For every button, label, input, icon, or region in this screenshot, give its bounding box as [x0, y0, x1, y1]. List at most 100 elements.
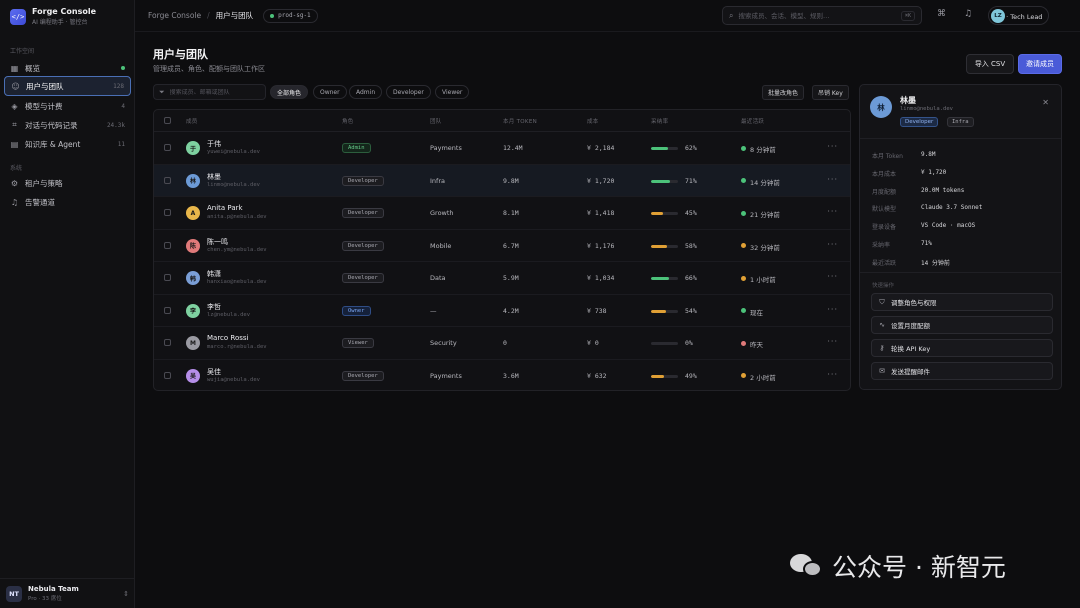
more-icon[interactable]: ···: [827, 370, 838, 379]
adoption-bar: [651, 309, 678, 313]
role-chip-viewer[interactable]: Viewer: [435, 85, 470, 99]
row-checkbox[interactable]: [164, 306, 171, 314]
sidebar-item-knowledge[interactable]: ▤ 知识库 & Agent 11: [4, 134, 131, 154]
table-row[interactable]: 于于伟 yuwei@nebula.dev Admin Payments 12.4M ¥ 2…: [154, 132, 850, 165]
more-icon[interactable]: ···: [827, 240, 838, 249]
sidebar-item-count: 11: [117, 140, 125, 148]
search-input[interactable]: [738, 11, 896, 20]
sidebar-item-models[interactable]: ◈ 模型与计费 4: [4, 96, 131, 116]
cost-cell: ¥ 738: [587, 306, 607, 315]
close-icon[interactable]: ✕: [1042, 98, 1049, 107]
sidebar-section-system: 系统: [10, 165, 23, 172]
adoption-cell: 45%: [685, 209, 697, 218]
bulk-role-button[interactable]: 批量改角色: [762, 85, 805, 100]
row-checkbox[interactable]: [164, 339, 171, 347]
user-menu[interactable]: LZ 李哲 · Tech Lead: [988, 6, 1050, 25]
watermark: 公众号 · 新智元: [790, 548, 1006, 584]
member-email: anita.p@nebula.dev: [207, 214, 267, 221]
avatar: LZ: [991, 8, 1005, 23]
role-badge[interactable]: Developer: [342, 175, 384, 186]
more-icon[interactable]: ···: [827, 305, 838, 314]
more-icon[interactable]: ···: [827, 142, 838, 151]
row-checkbox[interactable]: [164, 144, 171, 152]
sidebar-item-label: 知识库 & Agent: [25, 139, 81, 149]
env-badge[interactable]: prod-sg-1: [263, 8, 318, 23]
row-checkbox[interactable]: [164, 176, 171, 184]
adoption-bar-fill: [651, 374, 665, 378]
adoption-bar-fill: [651, 147, 668, 151]
member-email: hanxiao@nebula.dev: [207, 279, 267, 286]
table-row[interactable]: 韩韩潇 hanxiao@nebula.dev Developer Data 5.9M ¥ …: [154, 262, 850, 295]
role-chip-all[interactable]: 全部角色: [270, 85, 309, 99]
global-search[interactable]: ⌕ ⌘K: [722, 6, 922, 25]
select-all-checkbox[interactable]: [164, 117, 171, 124]
sidebar-item-overview[interactable]: ▦ 概览: [4, 58, 131, 78]
adjust-role-button[interactable]: ⛉ 调整角色与权限: [871, 293, 1053, 311]
breadcrumb-current: 用户与团队: [215, 11, 254, 20]
sidebar-item-logs[interactable]: ⌗ 对话与代码记录 24.3k: [4, 115, 131, 135]
detail-field-value: 20.0M tokens: [921, 186, 965, 194]
role-chip-owner[interactable]: Owner: [313, 85, 347, 99]
rotate-api-key-button[interactable]: ⚷ 轮换 API Key: [871, 339, 1053, 357]
more-icon[interactable]: ···: [827, 337, 838, 346]
member-email: yuwei@nebula.dev: [207, 149, 260, 156]
role-chip-developer[interactable]: Developer: [386, 85, 431, 99]
page-title: 用户与团队: [153, 48, 208, 61]
quick-actions-heading: 快速操作: [872, 283, 895, 289]
row-checkbox[interactable]: [164, 274, 171, 282]
activity-dot: [741, 243, 746, 249]
role-badge[interactable]: Owner: [342, 305, 371, 316]
col-role: 角色: [342, 119, 354, 125]
invite-member-button[interactable]: 邀请成员: [1018, 54, 1062, 74]
tokens-cell: 3.6M: [503, 371, 519, 380]
table-row[interactable]: 陈陈一鸣 chen.ym@nebula.dev Developer Mobile 6.7…: [154, 230, 850, 262]
table-row[interactable]: 李李哲 lz@nebula.dev Owner — 4.2M ¥ 738 54% 现在 ···: [154, 295, 850, 327]
member-detail-panel: 林 林墨 linmo@nebula.dev Developer Infra ✕ …: [859, 84, 1062, 390]
role-badge[interactable]: Admin: [342, 143, 371, 154]
table-row[interactable]: 林林墨 linmo@nebula.dev Developer Infra 9.8M ¥ 1…: [154, 164, 850, 197]
command-icon[interactable]: ⌘: [937, 9, 946, 19]
role-badge[interactable]: Developer: [342, 273, 384, 284]
row-checkbox[interactable]: [164, 241, 171, 249]
team-cell: Infra: [430, 176, 445, 185]
set-quota-button[interactable]: ∿ 设置月度配额: [871, 316, 1053, 334]
sidebar-item-alerts[interactable]: ♫ 告警通道: [4, 192, 131, 212]
team-switcher[interactable]: NT Nebula Team Pro · 33 席位 ⇕: [0, 578, 135, 608]
bell-icon[interactable]: ♫: [964, 9, 972, 19]
send-reminder-button[interactable]: ✉ 发送提醒邮件: [871, 362, 1053, 380]
more-icon[interactable]: ···: [827, 272, 838, 281]
brand[interactable]: </> Forge Console AI 编程助手 · 管控台: [10, 7, 96, 26]
more-icon[interactable]: ···: [827, 207, 838, 216]
detail-field-value: 14 分钟前: [921, 259, 950, 267]
col-adoption: 采纳率: [651, 119, 669, 125]
avatar: 林: [870, 96, 892, 118]
row-checkbox[interactable]: [164, 209, 171, 217]
table-row[interactable]: A Anita Park anita.p@nebula.dev Developer Gr…: [154, 197, 850, 230]
breadcrumb-root[interactable]: Forge Console: [148, 11, 201, 20]
revoke-key-button[interactable]: 吊销 Key: [812, 85, 849, 100]
tokens-cell: 12.4M: [503, 144, 523, 153]
member-search-input[interactable]: [169, 88, 260, 96]
more-icon[interactable]: ···: [827, 175, 838, 184]
avatar: 李: [186, 303, 200, 318]
role-badge[interactable]: Viewer: [342, 338, 374, 349]
role-badge[interactable]: Developer: [342, 370, 384, 381]
sidebar-item-tenants[interactable]: ⚙ 租户与策略: [4, 173, 131, 193]
row-checkbox[interactable]: [164, 371, 171, 379]
activity-dot: [741, 340, 746, 346]
table-row[interactable]: 吴吴佳 wujia@nebula.dev Developer Payments 3.6M…: [154, 360, 850, 391]
role-badge[interactable]: Developer: [342, 240, 384, 251]
avatar: A: [186, 206, 200, 221]
sidebar-item-users[interactable]: ☺ 用户与团队 128: [4, 76, 131, 96]
import-csv-button[interactable]: 导入 CSV: [966, 54, 1014, 74]
last-active-cell: 14 分钟前: [750, 178, 780, 187]
member-filter[interactable]: ⏷: [153, 84, 266, 100]
role-badge[interactable]: Developer: [342, 208, 384, 219]
tokens-cell: 0: [503, 339, 507, 348]
table-row[interactable]: M Marco Rossi marco.r@nebula.dev Viewer Secu…: [154, 327, 850, 360]
role-chip-admin[interactable]: Admin: [349, 85, 383, 99]
member-name: Marco Rossi: [207, 334, 249, 343]
avatar: 林: [186, 173, 200, 188]
team-cell: Security: [430, 339, 457, 348]
col-cost: 成本: [587, 119, 599, 125]
